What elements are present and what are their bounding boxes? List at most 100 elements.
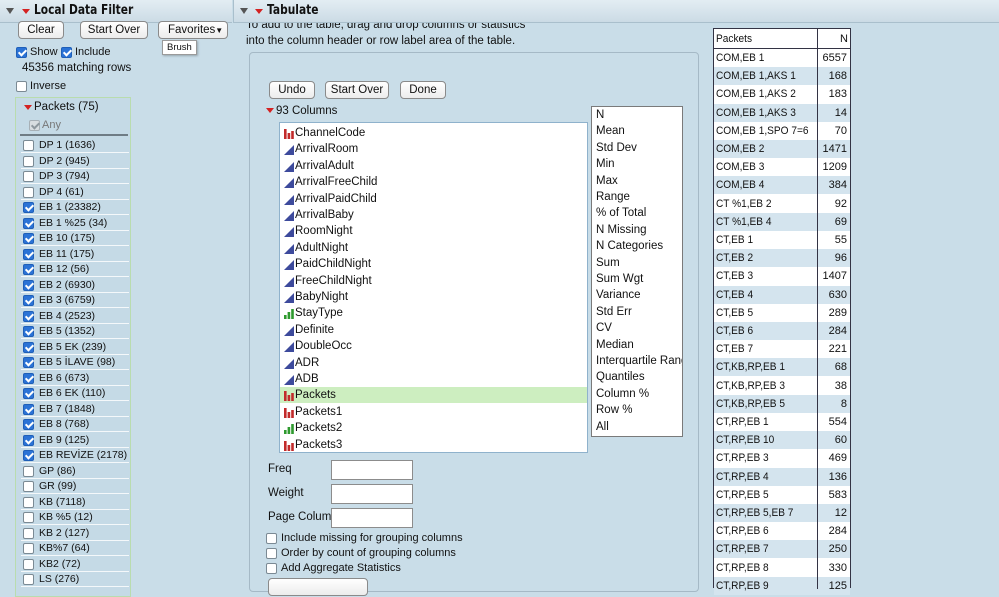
column-list-item[interactable]: FreeChildNight <box>280 273 587 289</box>
table-row[interactable]: CT,EB 7 221 <box>714 340 850 358</box>
column-list-item[interactable]: BabyNight <box>280 289 587 305</box>
packets-list-item[interactable]: LS (276) <box>21 572 129 587</box>
table-row[interactable]: COM,EB 2 1471 <box>714 140 850 158</box>
packets-list-item[interactable]: EB 9 (125) <box>21 433 129 448</box>
packet-checkbox[interactable] <box>23 527 34 539</box>
freq-input[interactable] <box>331 460 413 480</box>
packets-list-item[interactable]: EB 7 (1848) <box>21 402 129 417</box>
table-row[interactable]: CT,RP,EB 9 125 <box>714 576 850 595</box>
packet-checkbox[interactable] <box>23 496 34 508</box>
column-list-item[interactable]: StayType <box>280 305 587 321</box>
table-row[interactable]: CT,EB 5 289 <box>714 304 850 322</box>
table-row[interactable]: COM,EB 1,AKS 3 14 <box>714 103 850 122</box>
packets-list-item[interactable]: EB 1 (23382) <box>21 200 129 215</box>
table-row[interactable]: CT,RP,EB 4 136 <box>714 467 850 486</box>
packet-checkbox[interactable] <box>23 295 34 306</box>
statistic-item[interactable]: Max <box>596 175 618 187</box>
packets-list-item[interactable]: KB (7118) <box>21 495 129 510</box>
column-list-item[interactable]: Packets <box>280 387 587 404</box>
clear-button[interactable]: Clear <box>18 21 64 39</box>
undo-button[interactable]: Undo <box>269 81 315 99</box>
table-row[interactable]: COM,EB 1,AKS 1 168 <box>714 67 850 86</box>
add-aggregate-checkbox[interactable] <box>266 563 277 574</box>
column-header-packets[interactable]: Packets <box>716 30 752 48</box>
statistic-item[interactable]: Interquartile Range <box>596 355 682 367</box>
packet-checkbox[interactable] <box>23 465 34 477</box>
packets-list-item[interactable]: KB 2 (127) <box>21 526 129 541</box>
collapse-triangle-icon[interactable] <box>6 8 14 14</box>
packets-list-item[interactable]: EB 8 (768) <box>21 417 129 432</box>
statistic-item[interactable]: Std Dev <box>596 142 637 154</box>
column-header-n[interactable]: N <box>840 30 848 48</box>
table-row[interactable]: CT %1,EB 4 69 <box>714 212 850 231</box>
columns-menu-icon[interactable] <box>266 108 274 113</box>
start-over-button[interactable]: Start Over <box>325 81 389 99</box>
table-row[interactable]: CT,RP,EB 1 554 <box>714 413 850 431</box>
packet-checkbox[interactable] <box>23 481 34 492</box>
packet-checkbox[interactable] <box>23 217 34 229</box>
statistic-item[interactable]: Column % <box>596 388 649 400</box>
table-row[interactable]: CT,RP,EB 8 330 <box>714 559 850 577</box>
packets-list-item[interactable]: EB 11 (175) <box>21 247 129 262</box>
statistic-item[interactable]: Std Err <box>596 306 632 318</box>
table-row[interactable]: CT,EB 4 630 <box>714 285 850 304</box>
statistic-item[interactable]: Range <box>596 191 630 203</box>
statistics-list[interactable]: N Mean Std Dev Min Max Range % of Total N Missi… <box>591 106 683 437</box>
packets-list-item[interactable]: DP 2 (945) <box>21 154 129 169</box>
packet-checkbox[interactable] <box>23 233 34 244</box>
statistic-item[interactable]: Min <box>596 158 615 170</box>
statistic-item[interactable]: N Categories <box>596 240 663 252</box>
packet-checkbox[interactable] <box>23 248 34 260</box>
table-row[interactable]: CT,EB 2 96 <box>714 249 850 268</box>
table-row[interactable]: CT,RP,EB 5 583 <box>714 486 850 504</box>
table-row[interactable]: CT,RP,EB 7 250 <box>714 540 850 559</box>
packets-list-item[interactable]: EB 5 (1352) <box>21 324 129 339</box>
packets-list-item[interactable]: EB REVİZE (2178) <box>21 448 129 463</box>
packets-list-item[interactable]: KB2 (72) <box>21 557 129 572</box>
column-list-item[interactable]: DoubleOcc <box>280 338 587 354</box>
packet-checkbox[interactable] <box>23 372 34 384</box>
table-row[interactable]: COM,EB 1,SPO 7=6 70 <box>714 122 850 140</box>
packet-checkbox[interactable] <box>23 543 34 554</box>
packets-list-item[interactable]: GP (86) <box>21 464 129 479</box>
packet-checkbox[interactable] <box>23 155 34 167</box>
packets-list-item[interactable]: EB 4 (2523) <box>21 309 129 324</box>
column-list-item[interactable]: Definite <box>280 322 587 338</box>
order-by-count-checkbox[interactable] <box>266 548 277 559</box>
table-row[interactable]: CT %1,EB 2 92 <box>714 195 850 213</box>
packet-checkbox[interactable] <box>23 202 34 213</box>
statistic-item[interactable]: Sum <box>596 257 620 269</box>
table-row[interactable]: COM,EB 3 1209 <box>714 158 850 176</box>
packet-checkbox[interactable] <box>23 558 34 570</box>
packets-list-item[interactable]: DP 3 (794) <box>21 169 129 184</box>
start-over-button[interactable]: Start Over <box>80 21 148 39</box>
column-list-item[interactable]: RoomNight <box>280 223 587 239</box>
packet-checkbox[interactable] <box>23 310 34 322</box>
packet-checkbox[interactable] <box>23 279 34 291</box>
red-triangle-menu-icon[interactable] <box>255 9 263 14</box>
column-list-item[interactable]: ADB <box>280 371 587 387</box>
packets-list-item[interactable]: EB 5 İLAVE (98) <box>21 355 129 370</box>
column-list-item[interactable]: ArrivalPaidChild <box>280 191 587 207</box>
table-row[interactable]: CT,KB,RP,EB 3 38 <box>714 377 850 395</box>
packets-list-item[interactable]: KB%7 (64) <box>21 541 129 556</box>
table-row[interactable]: CT,RP,EB 3 469 <box>714 449 850 467</box>
column-list-item[interactable]: ArrivalBaby <box>280 207 587 223</box>
done-button[interactable]: Done <box>400 81 446 99</box>
packet-checkbox[interactable] <box>23 140 34 151</box>
result-table[interactable]: Packets N COM,EB 1 6557 COM,EB 1,AKS 1 168 C… <box>713 28 851 595</box>
statistic-item[interactable]: Variance <box>596 289 641 301</box>
inverse-checkbox[interactable] <box>16 81 27 92</box>
packets-list-item[interactable]: EB 6 EK (110) <box>21 386 129 401</box>
statistic-item[interactable]: All <box>596 421 609 433</box>
column-list-item[interactable]: ChannelCode <box>280 125 587 141</box>
packets-list-item[interactable]: EB 1 %25 (34) <box>21 216 129 231</box>
packet-checkbox[interactable] <box>23 388 34 399</box>
column-list-item[interactable]: ArrivalAdult <box>280 158 587 174</box>
statistic-item[interactable]: N <box>596 109 604 121</box>
packet-checkbox[interactable] <box>23 171 34 182</box>
page-column-input[interactable] <box>331 508 413 528</box>
packets-list-item[interactable]: KB %5 (12) <box>21 510 129 525</box>
statistic-item[interactable]: Sum Wgt <box>596 273 643 285</box>
column-list-item[interactable]: AdultNight <box>280 240 587 256</box>
